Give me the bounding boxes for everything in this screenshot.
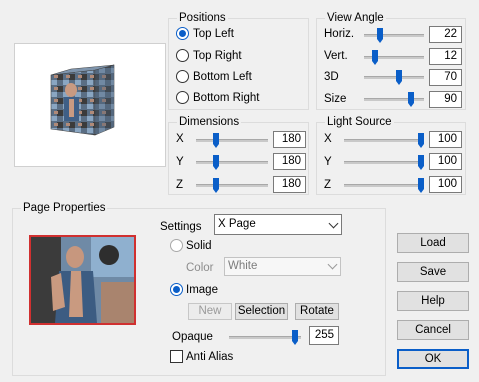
light-x-input[interactable]: 100 [429, 131, 462, 148]
help-button[interactable]: Help [397, 291, 469, 311]
page-setup-dialog: { "positions": { "title": "Positions", "… [0, 0, 479, 382]
settings-label: Settings [160, 221, 202, 233]
dim-y-thumb[interactable] [213, 155, 219, 170]
settings-select[interactable]: X Page [214, 214, 342, 235]
view-horiz-track[interactable] [364, 34, 424, 37]
dim-y-input[interactable]: 180 [273, 153, 306, 170]
anti-alias-label: Anti Alias [186, 351, 234, 363]
view-vert-thumb[interactable] [372, 50, 378, 65]
view-size-track[interactable] [364, 98, 424, 101]
view-3d-track[interactable] [364, 76, 424, 79]
light-source-title: Light Source [325, 115, 394, 129]
page-properties-title: Page Properties [21, 201, 108, 215]
light-z-input[interactable]: 100 [429, 176, 462, 193]
view-vert-input[interactable]: 12 [429, 48, 462, 65]
dim-x-label: X [176, 133, 184, 145]
page-image-art [31, 237, 134, 323]
view-angle-title: View Angle [325, 11, 386, 25]
chevron-down-icon [327, 259, 338, 270]
radio-top-right-label: Top Right [193, 50, 242, 62]
radio-solid[interactable] [170, 239, 183, 252]
view-3d-thumb[interactable] [396, 70, 402, 85]
opaque-track[interactable] [229, 336, 301, 339]
light-y-label: Y [324, 156, 332, 168]
opaque-thumb[interactable] [292, 330, 298, 345]
settings-select-value: X Page [218, 218, 256, 230]
light-x-label: X [324, 133, 332, 145]
save-button[interactable]: Save [397, 262, 469, 282]
dim-x-input[interactable]: 180 [273, 131, 306, 148]
view-3d-label: 3D [324, 71, 339, 83]
view-horiz-thumb[interactable] [377, 28, 383, 43]
positions-title: Positions [177, 11, 228, 25]
new-button[interactable]: New [188, 303, 232, 320]
dim-x-track[interactable] [196, 139, 268, 142]
radio-bottom-left[interactable] [176, 70, 189, 83]
dimensions-title: Dimensions [177, 115, 242, 129]
cancel-button[interactable]: Cancel [397, 320, 469, 340]
selection-button[interactable]: Selection [235, 303, 288, 320]
view-size-label: Size [324, 93, 347, 105]
ok-button[interactable]: OK [397, 349, 469, 369]
opaque-label: Opaque [172, 331, 213, 343]
cube-preview-image [50, 64, 115, 136]
view-3d-input[interactable]: 70 [429, 69, 462, 86]
dim-z-thumb[interactable] [213, 178, 219, 193]
radio-bottom-right[interactable] [176, 91, 189, 104]
radio-top-left[interactable] [176, 27, 189, 40]
dim-z-input[interactable]: 180 [273, 176, 306, 193]
color-select[interactable]: White [224, 257, 341, 276]
view-vert-label: Vert. [324, 50, 348, 62]
load-button[interactable]: Load [397, 233, 469, 253]
radio-solid-label: Solid [186, 240, 212, 252]
color-label: Color [186, 262, 214, 274]
chevron-down-icon [328, 218, 339, 229]
light-z-thumb[interactable] [418, 178, 424, 193]
page-image-thumbnail [29, 235, 136, 325]
view-horiz-label: Horiz. [324, 28, 355, 40]
radio-image-label: Image [186, 284, 218, 296]
view-size-input[interactable]: 90 [429, 91, 462, 108]
opaque-input[interactable]: 255 [309, 326, 339, 345]
light-y-thumb[interactable] [418, 155, 424, 170]
light-x-track[interactable] [344, 139, 424, 142]
dim-z-label: Z [176, 179, 184, 191]
light-x-thumb[interactable] [418, 133, 424, 148]
light-y-track[interactable] [344, 161, 424, 164]
light-y-input[interactable]: 100 [429, 153, 462, 170]
radio-bottom-left-label: Bottom Left [193, 71, 252, 83]
radio-top-left-label: Top Left [193, 28, 234, 40]
rotate-button[interactable]: Rotate [295, 303, 339, 320]
cube-preview-pane [14, 43, 166, 167]
dim-y-label: Y [176, 156, 184, 168]
radio-top-right[interactable] [176, 49, 189, 62]
radio-image[interactable] [170, 283, 183, 296]
view-size-thumb[interactable] [408, 92, 414, 107]
view-horiz-input[interactable]: 22 [429, 26, 462, 43]
dim-y-track[interactable] [196, 161, 268, 164]
dim-x-thumb[interactable] [213, 133, 219, 148]
color-select-value: White [228, 260, 258, 272]
anti-alias-checkbox[interactable] [170, 350, 183, 363]
radio-bottom-right-label: Bottom Right [193, 92, 260, 104]
dim-z-track[interactable] [196, 184, 268, 187]
light-z-label: Z [324, 179, 332, 191]
light-z-track[interactable] [344, 184, 424, 187]
